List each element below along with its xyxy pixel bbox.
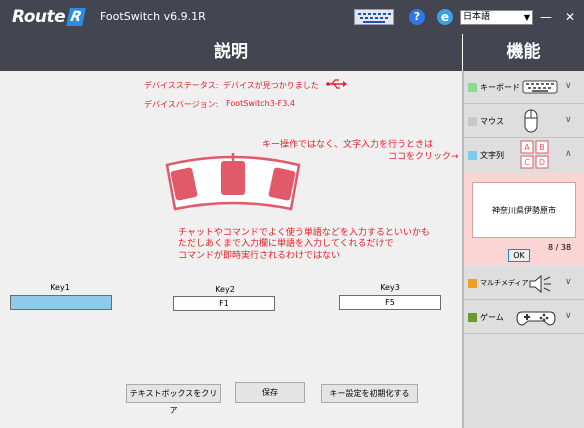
sidebar-item-keyboard[interactable]: キーボード ∨ — [464, 71, 584, 104]
usb-icon — [326, 79, 347, 89]
abcd-icon-letter-d: D — [539, 158, 545, 167]
app-title: FootSwitch v6.9.1R — [100, 10, 206, 23]
keyboard-swatch — [468, 83, 477, 92]
description-header: 説明 — [0, 34, 462, 71]
function-header: 機能 — [463, 34, 584, 71]
chevron-down-icon[interactable]: ∨ — [565, 277, 572, 287]
chevron-up-icon[interactable]: ∧ — [565, 149, 572, 159]
text-panel: 神奈川県伊勢原市 8 / 38 OK — [464, 173, 584, 265]
reset-keys-button[interactable]: キー設定を初期化する — [321, 384, 418, 403]
sidebar-text-label: 文字列 — [480, 151, 504, 160]
chevron-down-icon: ▼ — [523, 13, 530, 22]
sidebar-mouse-label: マウス — [480, 117, 504, 126]
sidebar-multimedia-label: マルチメディア — [480, 279, 529, 287]
help-icon[interactable]: ? — [409, 9, 425, 25]
keyboard-icon[interactable] — [354, 9, 394, 25]
description-panel: デバイスステータス: デバイスが見つかりました デバイスバージョン: FootS… — [0, 71, 462, 428]
mouse-icon — [524, 109, 538, 133]
abcd-icon-letter-c: C — [524, 158, 530, 167]
speaker-icon — [529, 274, 551, 294]
language-value: 日本語 — [463, 12, 491, 22]
ok-button[interactable]: OK — [508, 249, 530, 262]
function-sidebar: キーボード ∨ マウス ∨ 文字列 ABCD ∧ 神奈川県伊勢原市 8 / 38… — [464, 71, 584, 428]
key2-label: Key2 — [215, 285, 235, 294]
chevron-down-icon[interactable]: ∨ — [565, 115, 572, 125]
logo-text: Route — [12, 7, 66, 27]
foot-pedal-illustration — [165, 153, 301, 211]
chevron-down-icon[interactable]: ∨ — [565, 311, 572, 321]
text-swatch — [468, 151, 477, 160]
char-counter: 8 / 38 — [548, 243, 572, 252]
save-button[interactable]: 保存 — [235, 382, 305, 403]
sidebar-item-game[interactable]: ゲーム ∨ — [464, 301, 584, 334]
device-status-label: デバイスステータス: — [144, 81, 219, 90]
device-version-value: FootSwitch3-F3.4 — [226, 99, 295, 108]
minimize-button[interactable]: — — [540, 10, 552, 24]
close-button[interactable]: ✕ — [565, 10, 575, 24]
text-input[interactable]: 神奈川県伊勢原市 — [472, 182, 576, 238]
sidebar-keyboard-label: キーボード — [480, 83, 520, 92]
key1-input[interactable] — [10, 295, 112, 310]
device-status-value: デバイスが見つかりました — [223, 81, 319, 90]
sidebar-game-label: ゲーム — [480, 313, 504, 322]
keyboard-icon — [522, 80, 558, 94]
clear-textbox-button[interactable]: テキストボックスをクリア — [126, 384, 221, 415]
browser-icon[interactable]: e — [437, 9, 453, 25]
key3-input[interactable]: F5 — [339, 295, 441, 310]
multimedia-swatch — [468, 279, 477, 288]
tip-line3: コマンドが即時実行されるわけではない — [178, 251, 341, 261]
gamepad-icon — [516, 311, 556, 326]
key3-label: Key3 — [380, 283, 400, 292]
abcd-icon-letter-a: A — [524, 143, 530, 152]
sidebar-item-text[interactable]: 文字列 ABCD ∧ — [464, 139, 584, 172]
title-bar: Route R FootSwitch v6.9.1R ? e 日本語 ▼ — ✕ — [0, 0, 584, 34]
text-input-hint-line2: ココをクリック→ — [388, 152, 459, 162]
game-swatch — [468, 313, 477, 322]
device-version-label: デバイスバージョン: — [144, 100, 219, 109]
sidebar-item-multimedia[interactable]: マルチメディア ∨ — [464, 267, 584, 300]
key2-input[interactable]: F1 — [173, 296, 275, 311]
abcd-icon: A BC D — [520, 140, 549, 169]
mouse-swatch — [468, 117, 477, 126]
chevron-down-icon[interactable]: ∨ — [565, 81, 572, 91]
abcd-icon-letter-b: B — [539, 143, 545, 152]
sidebar-item-mouse[interactable]: マウス ∨ — [464, 105, 584, 138]
logo-badge: R — [66, 8, 86, 26]
key1-label: Key1 — [50, 283, 70, 292]
language-select[interactable]: 日本語 ▼ — [460, 10, 533, 25]
